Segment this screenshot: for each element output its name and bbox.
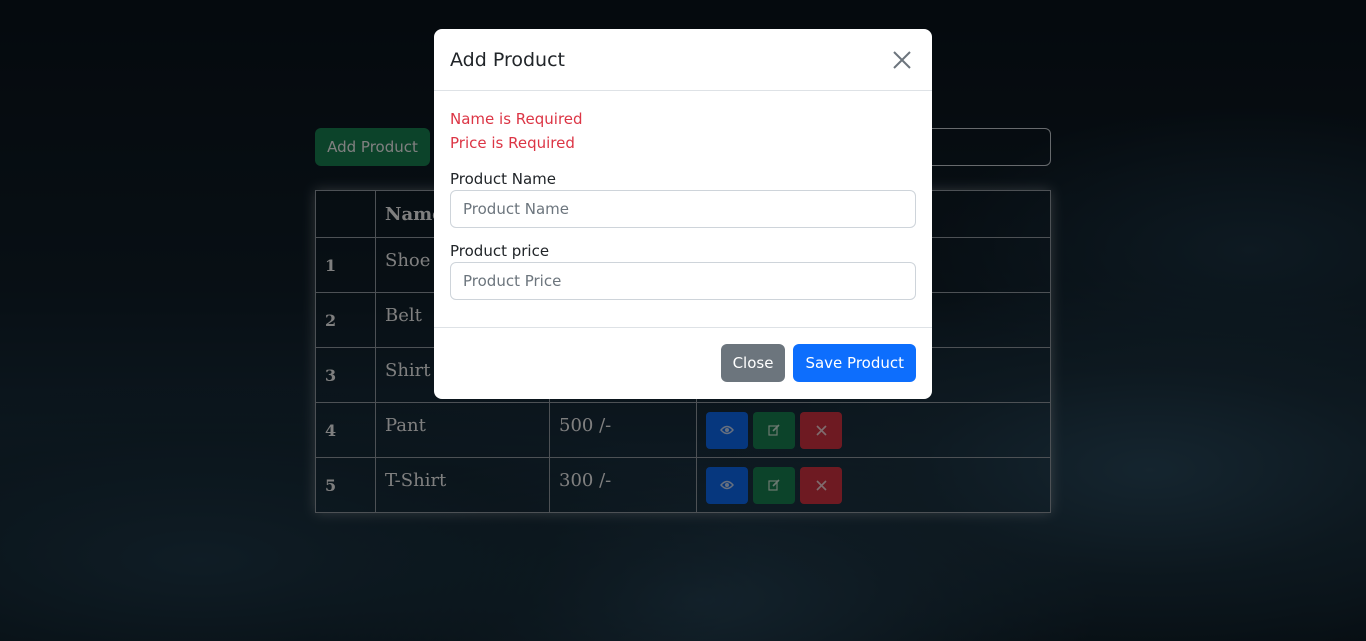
modal-close-button[interactable] xyxy=(888,46,916,74)
product-price-label: Product price xyxy=(450,242,550,260)
modal-body: Name is Required Price is Required Produ… xyxy=(434,91,932,328)
modal-title: Add Product xyxy=(450,48,565,71)
price-error-message: Price is Required xyxy=(450,134,575,152)
product-name-input[interactable] xyxy=(450,190,916,228)
close-icon xyxy=(893,50,911,69)
add-product-modal: Add Product Name is Required Price is Re… xyxy=(434,29,932,399)
modal-header: Add Product xyxy=(434,29,932,91)
close-button[interactable]: Close xyxy=(720,344,786,382)
save-product-button[interactable]: Save Product xyxy=(793,344,916,382)
product-price-input[interactable] xyxy=(450,262,916,300)
name-error-message: Name is Required xyxy=(450,110,583,128)
modal-footer: Close Save Product xyxy=(434,328,932,398)
product-name-label: Product Name xyxy=(450,170,556,188)
